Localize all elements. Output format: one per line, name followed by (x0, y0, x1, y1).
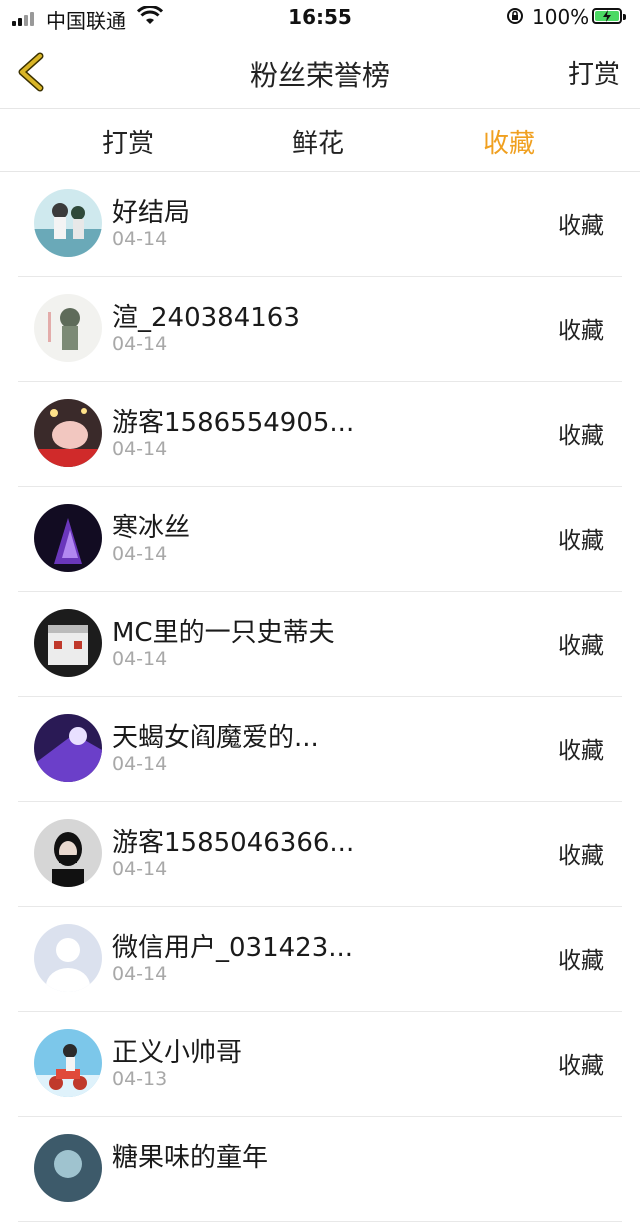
fan-name: 渲_240384163 (112, 303, 300, 333)
list-item[interactable]: 微信用户_031423... 04-14 收藏 (18, 907, 622, 1012)
fan-name: 好结局 (112, 198, 191, 228)
list-item[interactable]: 游客1585046366... 04-14 收藏 (18, 802, 622, 907)
battery-icon (592, 8, 626, 24)
page-title: 粉丝荣誉榜 (249, 59, 390, 92)
list-item[interactable]: 正义小帅哥 04-13 收藏 (18, 1012, 622, 1117)
reward-button[interactable]: 打赏 (568, 54, 620, 91)
battery-percent: 100% (532, 5, 590, 29)
fan-action-label: 收藏 (558, 423, 604, 449)
fan-list: 好结局 04-14 收藏 渲_240384163 04-14 收藏 游客1586… (0, 172, 640, 1222)
list-item[interactable]: 寒冰丝 04-14 收藏 (18, 487, 622, 592)
list-item[interactable]: MC里的一只史蒂夫 04-14 收藏 (18, 592, 622, 697)
fan-name: 游客1585046366... (112, 828, 355, 858)
fan-date: 04-14 (112, 228, 168, 250)
fan-name: 正义小帅哥 (112, 1038, 243, 1068)
avatar (34, 504, 102, 572)
tab-favorites[interactable]: 收藏 (449, 123, 569, 160)
fan-name: MC里的一只史蒂夫 (112, 618, 335, 648)
avatar (34, 924, 102, 992)
fan-action-label: 收藏 (558, 843, 604, 869)
fan-action-label: 收藏 (558, 738, 604, 764)
list-item[interactable]: 好结局 04-14 收藏 (18, 172, 622, 277)
fan-name: 天蝎女阎魔爱的... (112, 723, 319, 753)
avatar (34, 1029, 102, 1097)
fan-action-label: 收藏 (558, 318, 604, 344)
avatar (34, 609, 102, 677)
avatar (34, 399, 102, 467)
list-item[interactable]: 天蝎女阎魔爱的... 04-14 收藏 (18, 697, 622, 802)
avatar (34, 714, 102, 782)
fan-date: 04-14 (112, 753, 168, 775)
fan-date: 04-14 (112, 963, 168, 985)
fan-name: 游客1586554905... (112, 408, 355, 438)
fan-date: 04-14 (112, 858, 168, 880)
fan-name: 微信用户_031423... (112, 933, 354, 963)
fan-date: 04-14 (112, 648, 168, 670)
fan-action-label: 收藏 (558, 633, 604, 659)
fan-action-label: 收藏 (558, 528, 604, 554)
list-item[interactable]: 游客1586554905... 04-14 收藏 (18, 382, 622, 487)
fan-action-label: 收藏 (558, 213, 604, 239)
rotation-lock-icon (507, 8, 523, 24)
fan-date: 04-14 (112, 438, 168, 460)
fan-date: 04-13 (112, 1068, 168, 1090)
tab-reward[interactable]: 打赏 (68, 123, 188, 160)
fan-name: 寒冰丝 (112, 513, 191, 543)
avatar (34, 819, 102, 887)
tab-bar: 打赏 鲜花 收藏 (0, 109, 640, 172)
fan-action-label: 收藏 (558, 1053, 604, 1079)
avatar (34, 189, 102, 257)
fan-date: 04-14 (112, 333, 168, 355)
avatar (34, 294, 102, 362)
tab-flowers[interactable]: 鲜花 (258, 123, 378, 160)
avatar (34, 1134, 102, 1202)
list-item[interactable]: 渲_240384163 04-14 收藏 (18, 277, 622, 382)
fan-date: 04-14 (112, 543, 168, 565)
list-item[interactable]: 糖果味的童年 (18, 1117, 622, 1222)
fan-action-label: 收藏 (558, 948, 604, 974)
navigation-bar: 粉丝荣誉榜 打赏 (0, 36, 640, 109)
status-bar: 中国联通 16:55 100% (0, 0, 640, 36)
fan-name: 糖果味的童年 (112, 1143, 269, 1173)
